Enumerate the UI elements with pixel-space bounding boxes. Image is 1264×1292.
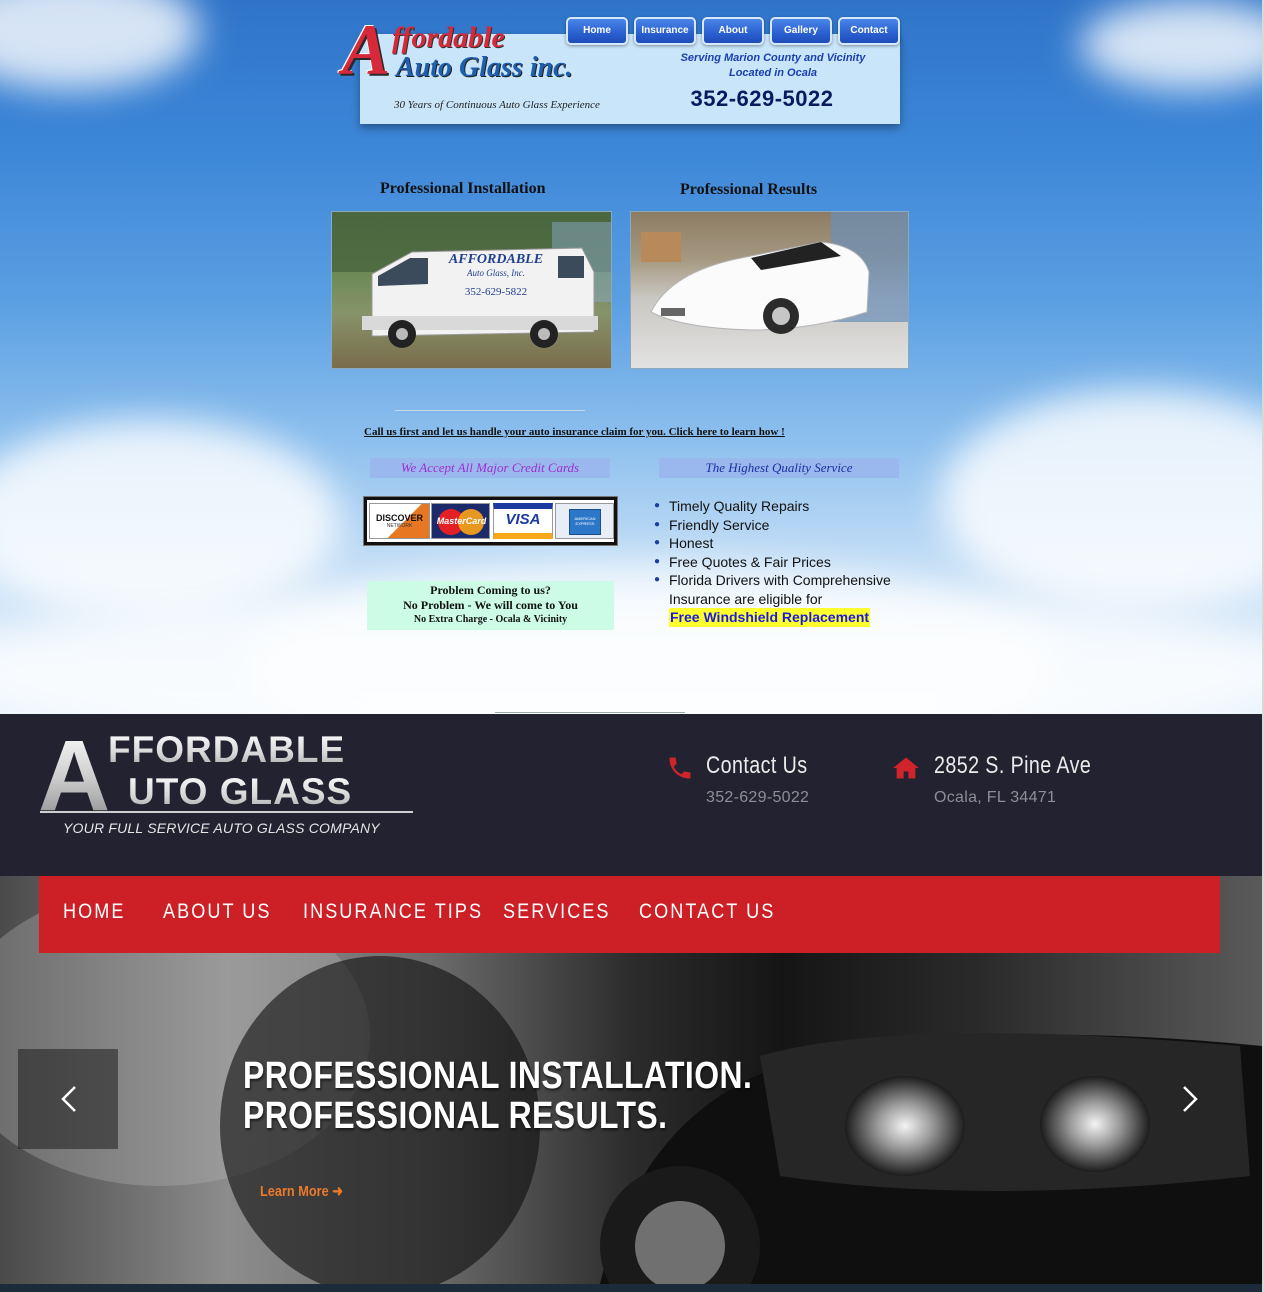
contact-phone[interactable]: 352-629-5022 [706, 789, 809, 807]
home-icon [893, 757, 919, 779]
discover-card-icon: DISCOVER NETWORK [369, 503, 430, 539]
credit-card-logos: DISCOVER NETWORK MasterCard VISA AMERICA… [364, 497, 617, 545]
chevron-right-icon [1183, 1086, 1198, 1112]
old-logo[interactable]: A ffordable Auto Glass inc. [340, 12, 600, 86]
old-site-screenshot: A ffordable Auto Glass inc. 30 Years of … [0, 0, 1262, 714]
notice-line1: Problem Coming to us? [430, 583, 551, 597]
list-item: ● Florida Drivers with Comprehensive Insu… [654, 572, 891, 607]
results-heading: Professional Results [680, 181, 818, 198]
quality-list: ● Timely Quality Repairs ● Friendly Servic… [651, 497, 911, 627]
nav-insurance-tips[interactable]: INSURANCE TIPS [303, 900, 483, 924]
page-bottom-strip [0, 1284, 1262, 1292]
main-nav: HOME ABOUT US INSURANCE TIPS SERVICES CO… [39, 876, 1220, 953]
learn-more-link[interactable]: Learn More ➜ [260, 1182, 343, 1200]
logo-line2: Auto Glass inc. [396, 52, 573, 83]
old-tagline: 30 Years of Continuous Auto Glass Experi… [394, 99, 600, 111]
chevron-left-icon [61, 1086, 76, 1112]
mobile-service-notice: Problem Coming to us? No Problem - We wi… [367, 581, 614, 630]
hero-line2: PROFESSIONAL RESULTS. [243, 1095, 668, 1137]
list-item: ● Timely Quality Repairs [654, 498, 810, 514]
insurance-claim-link[interactable]: Call us first and let us handle your aut… [364, 426, 785, 438]
mastercard-card-icon: MasterCard [431, 503, 490, 539]
list-item: ● Honest [654, 535, 714, 551]
amex-card-icon: AMERICAN EXPRESS [555, 503, 614, 539]
nav-about-us[interactable]: ABOUT US [163, 900, 272, 924]
free-windshield-highlight: Free Windshield Replacement [669, 608, 871, 627]
logo-line1: ffordable [392, 21, 505, 54]
brand-line1: FFORDABLE [108, 729, 346, 770]
old-phone-number[interactable]: 352-629-5022 [660, 86, 864, 112]
quality-service-label: The Highest Quality Service [659, 458, 899, 478]
old-nav-about[interactable]: About [702, 17, 764, 45]
phone-icon [669, 757, 691, 779]
corvette-photo[interactable] [630, 211, 909, 369]
free-windshield-item: Free Windshield Replacement [651, 608, 911, 627]
nav-home[interactable]: HOME [63, 900, 125, 924]
brand-tagline: YOUR FULL SERVICE AUTO GLASS COMPANY [63, 820, 380, 836]
notice-line3: No Extra Charge - Ocala & Vicinity [413, 614, 568, 625]
mastercard-label: MasterCard [436, 516, 487, 526]
address-street: 2852 S. Pine Ave [934, 752, 1092, 779]
discover-sub: NETWORK [386, 523, 413, 529]
discover-label: DISCOVER [375, 513, 423, 523]
nav-contact-us[interactable]: CONTACT US [639, 900, 775, 924]
logo-initial: A [342, 10, 391, 90]
list-item: ● Friendly Service [654, 516, 770, 533]
contact-title[interactable]: Contact Us [706, 752, 807, 780]
van-text-line2: Auto Glass, Inc. [467, 268, 525, 278]
slider-next-button[interactable] [1141, 1049, 1241, 1149]
visa-card-icon: VISA [493, 503, 553, 539]
old-nav-insurance[interactable]: Insurance [634, 17, 696, 45]
new-site-header: A FFORDABLE UTO GLASS YOUR FULL SERVICE … [0, 714, 1262, 876]
notice-line2: No Problem - We will come to You [403, 598, 578, 612]
brand-underline [40, 811, 413, 813]
van-text-line3: 352-629-5822 [464, 286, 528, 298]
installation-heading: Professional Installation [380, 180, 546, 197]
corvette-illustration [641, 212, 908, 334]
address-city: Ocala, FL 34471 [934, 789, 1057, 806]
service-area-line2: Located in Ocala [728, 67, 818, 79]
van-photo[interactable]: AFFORDABLE Auto Glass, Inc. 352-629-5822 [331, 211, 612, 369]
bottom-divider [495, 712, 685, 713]
nav-services[interactable]: SERVICES [503, 900, 611, 924]
old-nav-contact[interactable]: Contact [838, 17, 900, 45]
brand-line2: UTO GLASS [128, 771, 353, 812]
service-area-line1: Serving Marion County and Vicinity [680, 52, 866, 64]
learn-more-label: Learn More [260, 1183, 329, 1200]
slider-prev-button[interactable] [18, 1049, 118, 1149]
arrow-right-icon: ➜ [332, 1183, 343, 1200]
old-nav-home[interactable]: Home [566, 17, 628, 45]
credit-cards-label: We Accept All Major Credit Cards [370, 458, 610, 478]
section-divider [395, 410, 585, 411]
van-lettering: AFFORDABLE Auto Glass, Inc. 352-629-5822 [436, 252, 556, 298]
list-item: ● Free Quotes & Fair Prices [654, 553, 831, 570]
hero-line1: PROFESSIONAL INSTALLATION. [243, 1055, 753, 1097]
amex-label: AMERICAN EXPRESS [574, 516, 596, 526]
visa-label: VISA [505, 511, 541, 528]
service-area: Serving Marion County and Vicinity Locat… [648, 51, 898, 81]
old-nav-gallery[interactable]: Gallery [770, 17, 832, 45]
hero-headline: PROFESSIONAL INSTALLATION. PROFESSIONAL … [243, 1056, 752, 1136]
van-text-line1: AFFORDABLE [448, 252, 544, 267]
